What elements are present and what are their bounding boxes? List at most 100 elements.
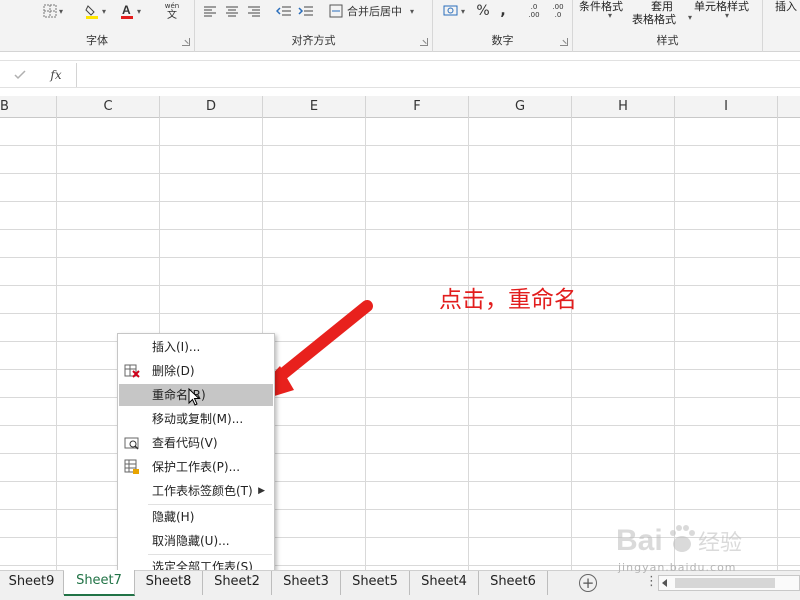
- menu-item-tab-color[interactable]: 工作表标签颜色(T) ▶: [119, 480, 273, 502]
- menu-item-view-code[interactable]: 查看代码(V): [119, 432, 273, 454]
- sheet-tab-sheet4[interactable]: Sheet4: [410, 571, 479, 595]
- styles-group: 条件格式 ▾ 套用 表格格式 ▾ 单元格样式 ▾ 样式: [573, 0, 763, 52]
- sheet-tab-sheet7[interactable]: Sheet7: [64, 570, 135, 596]
- menu-item-label: 移动或复制(M)...: [152, 412, 244, 426]
- column-header-i[interactable]: I: [675, 96, 778, 118]
- accounting-icon: [443, 5, 458, 16]
- phonetic-button[interactable]: wén 文: [155, 1, 189, 21]
- percent-button[interactable]: %: [473, 1, 493, 21]
- align-left-icon: [204, 6, 216, 17]
- align-left-button[interactable]: [199, 1, 221, 21]
- number-group-label: 数字: [491, 34, 514, 47]
- accounting-format-button[interactable]: ▾: [437, 1, 471, 21]
- scroll-left-icon[interactable]: [662, 579, 667, 587]
- column-header-b[interactable]: B: [0, 96, 57, 118]
- chevron-down-icon: ▾: [58, 6, 63, 16]
- menu-item-label: 工作表标签颜色(T): [152, 484, 253, 498]
- chevron-down-icon: ▾: [688, 13, 693, 22]
- watermark-url: jingyan.baidu.com: [618, 561, 737, 574]
- sheet-tab-sheet6[interactable]: Sheet6: [479, 571, 548, 595]
- insert-function-button[interactable]: fx: [44, 65, 68, 85]
- column-header-f[interactable]: F: [366, 96, 469, 118]
- merge-center-label: 合并后居中: [347, 5, 402, 18]
- enter-button[interactable]: [8, 65, 32, 85]
- svg-text:A: A: [122, 3, 131, 17]
- scrollbar-thumb[interactable]: [675, 578, 775, 588]
- menu-item-delete[interactable]: 删除(D): [119, 360, 273, 382]
- increase-indent-icon: [298, 6, 313, 16]
- delete-sheet-icon: [124, 364, 140, 378]
- insert-button[interactable]: 插入: [775, 0, 797, 14]
- formula-input[interactable]: [76, 63, 800, 87]
- menu-item-rename[interactable]: 重命名(R): [119, 384, 273, 406]
- check-icon: [14, 70, 26, 80]
- grid-line: [468, 118, 469, 570]
- protect-sheet-icon: [124, 459, 139, 474]
- decrease-indent-button[interactable]: [273, 1, 295, 21]
- column-header-g[interactable]: G: [469, 96, 572, 118]
- cell-style-button[interactable]: 单元格样式: [694, 0, 749, 14]
- menu-item-label: 隐藏(H): [152, 510, 195, 524]
- sheet-tab-sheet5[interactable]: Sheet5: [341, 571, 410, 595]
- border-button[interactable]: ▾: [36, 1, 70, 21]
- font-group-label: 字体: [86, 34, 108, 47]
- column-header-h[interactable]: H: [572, 96, 675, 118]
- menu-item-unhide[interactable]: 取消隐藏(U)...: [119, 530, 273, 552]
- grid-line: [674, 118, 675, 570]
- styles-group-label: 样式: [656, 34, 679, 47]
- horizontal-scrollbar[interactable]: [658, 575, 800, 591]
- menu-item-label: 保护工作表(P)...: [152, 460, 241, 474]
- font-group: ▾ ▾ A ▾ wén 文 字体: [0, 0, 195, 52]
- comma-style-button[interactable]: ,: [495, 1, 511, 21]
- mouse-pointer-icon: [188, 388, 201, 406]
- font-dialog-launcher-icon[interactable]: [182, 38, 190, 46]
- menu-item-insert[interactable]: 插入(I)...: [119, 336, 273, 358]
- sheet-tab-sheet2[interactable]: Sheet2: [203, 571, 272, 595]
- merge-cells-icon: [329, 4, 343, 18]
- phonetic-wen-char: 文: [167, 10, 177, 21]
- increase-decimal-label-top: .0: [530, 3, 538, 11]
- column-header-d[interactable]: D: [160, 96, 263, 118]
- conditional-format-button[interactable]: 条件格式: [579, 0, 623, 14]
- grid-line: [571, 118, 572, 570]
- chevron-down-icon: ▾: [460, 6, 465, 16]
- merge-center-button[interactable]: 合并后居中 ▾: [329, 1, 429, 21]
- view-code-icon: [124, 437, 139, 450]
- chevron-down-icon: ▾: [136, 6, 141, 16]
- increase-decimal-button[interactable]: .0 .00: [523, 1, 545, 21]
- chevron-down-icon: ▾: [101, 6, 106, 16]
- sheet-tab-sheet3[interactable]: Sheet3: [272, 571, 341, 595]
- increase-indent-button[interactable]: [295, 1, 317, 21]
- column-header-e[interactable]: E: [263, 96, 366, 118]
- column-header-c[interactable]: C: [57, 96, 160, 118]
- font-color-button[interactable]: A ▾: [113, 1, 147, 21]
- decrease-decimal-label-bottom: .0: [554, 11, 562, 19]
- chevron-down-icon: ▾: [410, 6, 415, 16]
- cells-group: 插入: [763, 0, 800, 52]
- border-icon: [43, 4, 57, 18]
- add-sheet-button[interactable]: +: [579, 574, 597, 592]
- more-options-icon[interactable]: ⋮: [645, 574, 658, 589]
- align-center-icon: [226, 6, 238, 17]
- decrease-decimal-label-top: .00: [552, 3, 564, 11]
- chevron-down-icon: ▾: [608, 11, 613, 20]
- menu-separator: [148, 504, 272, 505]
- align-right-icon: [248, 6, 260, 17]
- align-right-button[interactable]: [243, 1, 265, 21]
- menu-separator: [148, 554, 272, 555]
- fill-color-button[interactable]: ▾: [78, 1, 112, 21]
- column-header-row: B C D E F G H I: [0, 96, 800, 118]
- align-center-button[interactable]: [221, 1, 243, 21]
- decrease-decimal-button[interactable]: .00 .0: [547, 1, 569, 21]
- menu-item-protect-sheet[interactable]: 保护工作表(P)...: [119, 456, 273, 478]
- sheet-tab-sheet8[interactable]: Sheet8: [135, 571, 203, 595]
- table-format-button[interactable]: 表格格式: [632, 11, 676, 27]
- menu-item-hide[interactable]: 隐藏(H): [119, 506, 273, 528]
- number-dialog-launcher-icon[interactable]: [560, 38, 568, 46]
- instruction-annotation: 点击，重命名: [439, 287, 577, 313]
- menu-item-move-copy[interactable]: 移动或复制(M)...: [119, 408, 273, 430]
- alignment-group: 合并后居中 ▾ 对齐方式: [195, 0, 433, 52]
- alignment-dialog-launcher-icon[interactable]: [420, 38, 428, 46]
- sheet-tab-sheet9[interactable]: Sheet9: [0, 571, 64, 595]
- number-group: ▾ % , .0 .00 .00 .0 数字: [433, 0, 573, 52]
